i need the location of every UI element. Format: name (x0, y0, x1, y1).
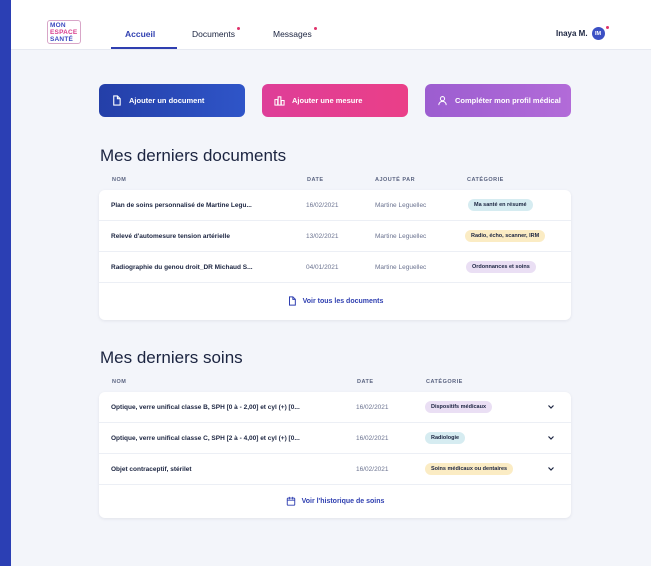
document-icon (113, 95, 121, 106)
active-tab-indicator (111, 47, 177, 49)
soin-date: 16/02/2021 (356, 435, 389, 442)
column-header-name: NOM (112, 379, 127, 385)
logo-line-1: MON (50, 22, 66, 29)
documents-card: Plan de soins personnalisé de Martine Le… (99, 190, 571, 320)
chevron-down-icon[interactable] (547, 403, 555, 411)
calendar-icon (286, 496, 295, 506)
tab-label: Documents (192, 29, 235, 39)
category-badge: Radio, écho, scanner, IRM (465, 230, 546, 242)
notification-dot (237, 27, 240, 30)
complete-profile-button[interactable]: Compléter mon profil médical (425, 84, 571, 117)
app-logo[interactable]: MON ESPACE SANTÉ (47, 20, 81, 44)
table-row[interactable]: Optique, verre unifical classe C, SPH [2… (99, 423, 571, 454)
column-header-category: CATÉGORIE (467, 177, 504, 183)
document-icon (288, 296, 296, 306)
logo-line-3: SANTÉ (50, 36, 74, 43)
soins-section-title: Mes derniers soins (100, 348, 243, 367)
add-measure-button[interactable]: Ajouter une mesure (262, 84, 408, 117)
tab-accueil[interactable]: Accueil (125, 29, 155, 39)
tab-label: Accueil (125, 29, 156, 39)
user-name: Inaya M. (556, 29, 588, 38)
table-row[interactable]: Plan de soins personnalisé de Martine Le… (99, 190, 571, 221)
document-added-by: Martine Leguellec (375, 233, 427, 240)
top-navigation: MON ESPACE SANTÉ Accueil Documents Messa… (11, 0, 651, 50)
user-menu[interactable]: Inaya M. IM (556, 26, 609, 40)
soins-card: Optique, verre unifical classe B, SPH [0… (99, 392, 571, 518)
user-icon (438, 96, 447, 106)
avatar[interactable]: IM (591, 26, 609, 40)
measure-icon (274, 96, 285, 106)
view-care-history-link[interactable]: Voir l'historique de soins (99, 485, 571, 517)
document-name[interactable]: Relevé d'automesure tension artérielle (111, 233, 230, 240)
tab-label: Messages (273, 29, 312, 39)
chevron-down-icon[interactable] (547, 434, 555, 442)
table-row[interactable]: Optique, verre unifical classe B, SPH [0… (99, 392, 571, 423)
tab-documents[interactable]: Documents (192, 27, 240, 39)
document-date: 13/02/2021 (306, 233, 339, 240)
document-added-by: Martine Leguellec (375, 264, 427, 271)
left-accent-bar (0, 0, 11, 566)
tab-messages[interactable]: Messages (273, 27, 317, 39)
document-name[interactable]: Plan de soins personnalisé de Martine Le… (111, 202, 252, 209)
soin-name[interactable]: Optique, verre unifical classe B, SPH [0… (111, 404, 300, 411)
link-label: Voir tous les documents (302, 297, 384, 305)
category-badge: Dispositifs médicaux (425, 401, 493, 413)
column-header-category: CATÉGORIE (426, 379, 463, 385)
category-badge: Radiologie (425, 432, 466, 444)
document-added-by: Martine Leguellec (375, 202, 427, 209)
soin-name[interactable]: Optique, verre unifical classe C, SPH [2… (111, 435, 300, 442)
column-header-date: DATE (357, 379, 374, 385)
button-label: Ajouter une mesure (292, 96, 363, 105)
column-header-name: NOM (112, 177, 127, 183)
notification-dot (313, 27, 317, 30)
app-container: MON ESPACE SANTÉ Accueil Documents Messa… (11, 0, 651, 566)
documents-section-title: Mes derniers documents (100, 146, 287, 165)
logo-line-2: ESPACE (50, 29, 78, 36)
link-label: Voir l'historique de soins (301, 497, 385, 505)
category-badge: Ordonnances et soins (466, 261, 536, 273)
view-all-documents-link[interactable]: Voir tous les documents (99, 285, 571, 317)
avatar-initials: IM (595, 30, 602, 37)
notification-dot (605, 26, 609, 29)
soin-name[interactable]: Objet contraceptif, stérilet (111, 466, 192, 473)
chevron-down-icon[interactable] (547, 465, 555, 473)
table-row[interactable]: Objet contraceptif, stérilet 16/02/2021 … (99, 454, 571, 485)
soin-date: 16/02/2021 (356, 466, 389, 473)
button-label: Compléter mon profil médical (455, 96, 561, 105)
category-badge: Soins médicaux ou dentaires (425, 463, 514, 475)
document-date: 16/02/2021 (306, 202, 339, 209)
button-label: Ajouter un document (129, 96, 205, 105)
add-document-button[interactable]: Ajouter un document (99, 84, 245, 117)
soin-date: 16/02/2021 (356, 404, 389, 411)
document-name[interactable]: Radiographie du genou droit_DR Michaud S… (111, 264, 253, 271)
document-date: 04/01/2021 (306, 264, 339, 271)
column-header-added-by: AJOUTÉ PAR (375, 177, 416, 183)
table-row[interactable]: Relevé d'automesure tension artérielle 1… (99, 221, 571, 252)
category-badge: Ma santé en résumé (468, 199, 533, 211)
column-header-date: DATE (307, 177, 324, 183)
table-row[interactable]: Radiographie du genou droit_DR Michaud S… (99, 252, 571, 283)
